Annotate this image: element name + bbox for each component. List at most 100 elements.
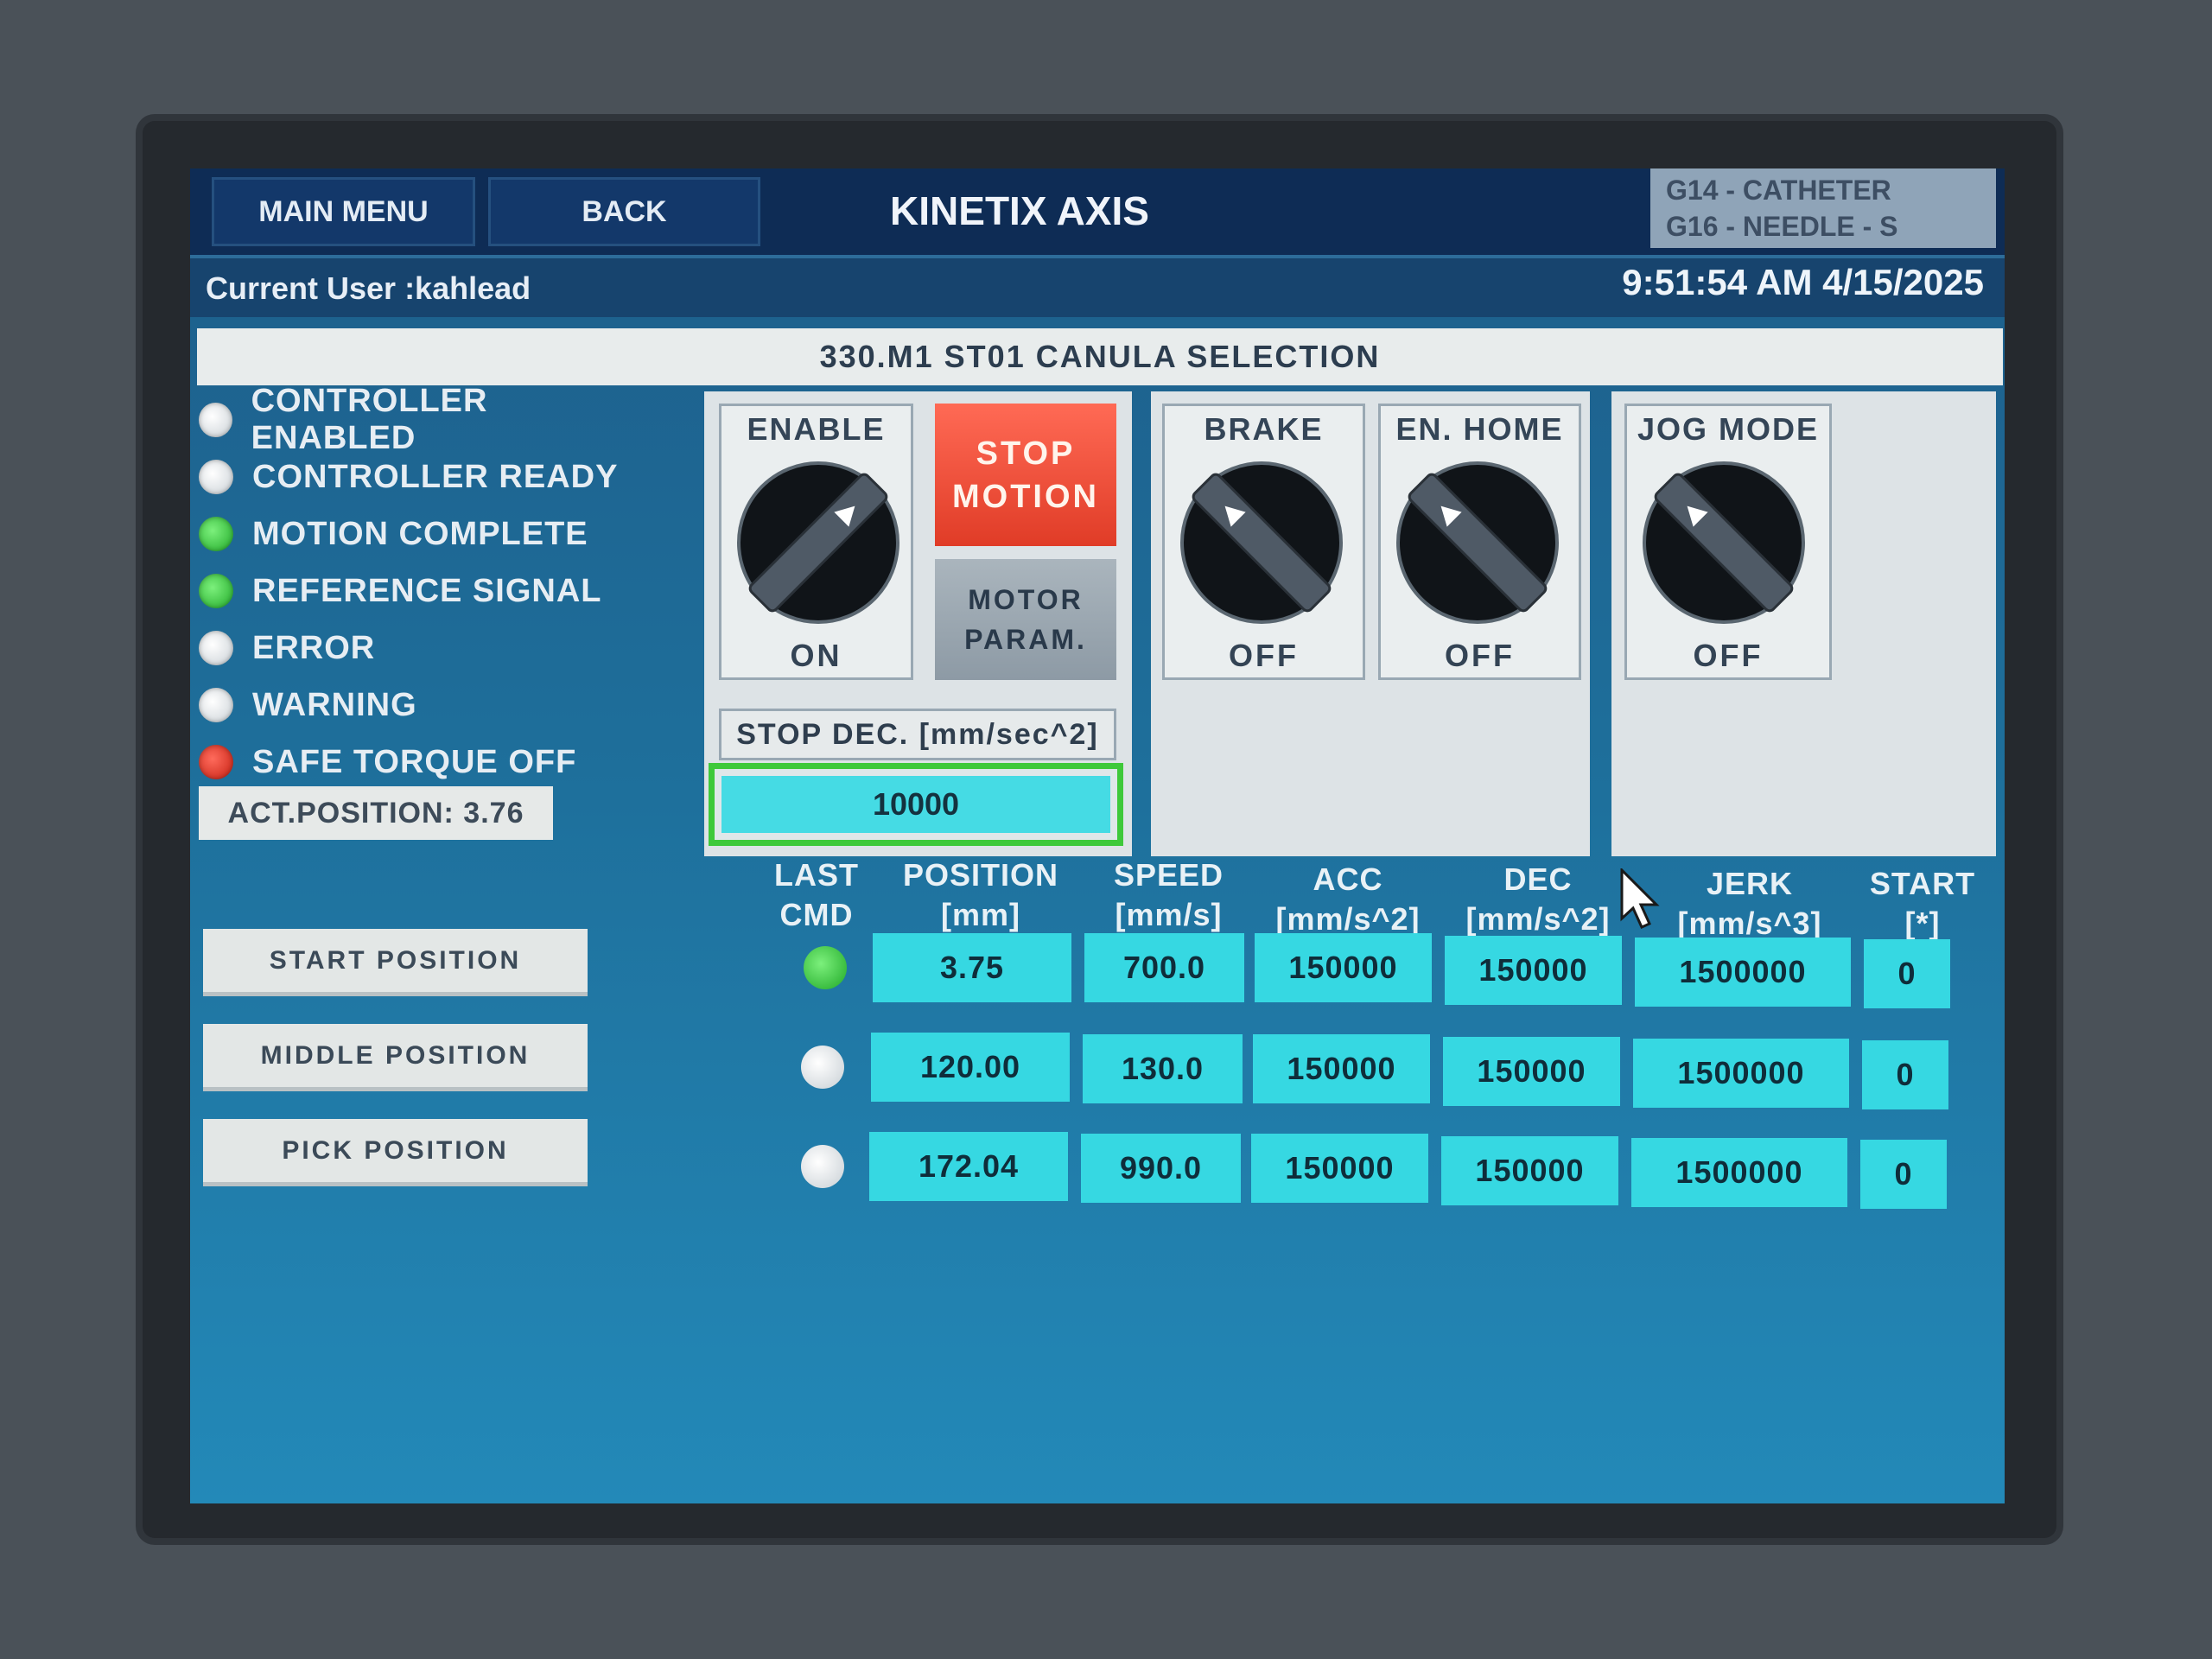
status-list: CONTROLLER ENABLED CONTROLLER READY MOTI…: [199, 383, 648, 791]
status-motion-complete: MOTION COMPLETE: [199, 505, 648, 563]
status-label: MOTION COMPLETE: [252, 515, 588, 552]
jerk-cell[interactable]: 1500000: [1631, 1138, 1847, 1207]
start-cell[interactable]: 0: [1864, 939, 1950, 1008]
status-error: ERROR: [199, 620, 648, 677]
header-line: LAST: [774, 857, 859, 893]
header-line: [mm/s]: [1115, 897, 1223, 932]
header-speed: SPEED [mm/s]: [1089, 855, 1249, 935]
position-cell[interactable]: 172.04: [869, 1132, 1068, 1201]
status-safe-torque-off: SAFE TORQUE OFF: [199, 734, 648, 791]
position-cell[interactable]: 120.00: [871, 1033, 1070, 1102]
page-title: KINETIX AXIS MANAGEMENT: [875, 188, 1165, 294]
position-cell[interactable]: 3.75: [873, 933, 1071, 1002]
status-led: [199, 517, 233, 551]
acc-cell[interactable]: 150000: [1255, 933, 1432, 1002]
acc-cell[interactable]: 150000: [1251, 1134, 1428, 1203]
header-line: SPEED: [1113, 857, 1224, 893]
switch-state: ON: [790, 638, 842, 673]
line-info-1: G14 - CATHETER: [1666, 175, 1891, 206]
enable-switch[interactable]: ENABLE ON: [719, 404, 913, 680]
status-controller-enabled: CONTROLLER ENABLED: [199, 383, 648, 456]
station-title: 330.M1 ST01 CANULA SELECTION: [197, 328, 2003, 385]
status-led: [199, 403, 232, 437]
speed-cell[interactable]: 700.0: [1084, 933, 1244, 1002]
stop-dec-input[interactable]: 10000: [709, 763, 1123, 846]
start-cell[interactable]: 0: [1862, 1040, 1948, 1109]
main-menu-button[interactable]: MAIN MENU: [212, 177, 475, 246]
status-led: [199, 631, 233, 665]
brake-switch[interactable]: BRAKE OFF: [1162, 404, 1365, 680]
status-led: [199, 745, 233, 779]
hmi-screen: MAIN MENU BACK KINETIX AXIS MANAGEMENT G…: [190, 168, 2005, 1503]
jerk-cell[interactable]: 1500000: [1635, 938, 1851, 1007]
header-position: POSITION [mm]: [881, 855, 1080, 935]
speed-cell[interactable]: 990.0: [1081, 1134, 1241, 1203]
last-cmd-led: [801, 1046, 844, 1089]
status-reference-signal: REFERENCE SIGNAL: [199, 563, 648, 620]
status-led: [199, 460, 233, 494]
speed-cell[interactable]: 130.0: [1083, 1034, 1243, 1103]
middle-position-button[interactable]: MIDDLE POSITION: [203, 1024, 588, 1091]
switch-state: OFF: [1693, 638, 1764, 673]
status-led: [199, 574, 233, 608]
status-label: SAFE TORQUE OFF: [252, 743, 577, 780]
stop-dec-value: 10000: [721, 776, 1110, 833]
switch-state: OFF: [1229, 638, 1299, 673]
header-last-cmd: LAST CMD: [765, 855, 868, 935]
motor-param-button[interactable]: MOTOR PARAM.: [935, 559, 1116, 680]
stop-dec-label: STOP DEC. [mm/sec^2]: [719, 709, 1116, 760]
status-label: ERROR: [252, 629, 376, 666]
current-user: Current User :kahlead: [206, 270, 531, 306]
header-line: CMD: [779, 897, 854, 932]
status-label: CONTROLLER ENABLED: [251, 383, 488, 456]
stop-motion-label-2: MOTION: [952, 478, 1099, 515]
start-position-button[interactable]: START POSITION: [203, 929, 588, 996]
status-label: CONTROLLER READY: [252, 458, 619, 495]
header-line: DEC: [1503, 861, 1573, 897]
switch-title: JOG MODE: [1637, 411, 1820, 447]
dec-cell[interactable]: 150000: [1441, 1136, 1618, 1205]
mouse-cursor-icon: [1620, 868, 1660, 929]
en-home-switch[interactable]: EN. HOME OFF: [1378, 404, 1581, 680]
header-start: START [*]: [1858, 864, 1987, 944]
top-bar: MAIN MENU BACK KINETIX AXIS MANAGEMENT G…: [190, 168, 2005, 294]
act-position-display: ACT.POSITION: 3.76: [199, 786, 553, 840]
header-line: [mm]: [941, 897, 1020, 932]
switch-state: OFF: [1445, 638, 1515, 673]
header-line: [mm/s^2]: [1465, 901, 1611, 937]
acc-cell[interactable]: 150000: [1253, 1034, 1430, 1103]
last-cmd-led: [804, 946, 847, 989]
motor-param-label-2: PARAM.: [964, 624, 1087, 655]
status-label: WARNING: [252, 686, 417, 723]
line-info-badge: G14 - CATHETER G16 - NEEDLE - S: [1650, 168, 1996, 248]
header-line: [*]: [1904, 906, 1941, 941]
header-line: POSITION: [902, 857, 1059, 893]
start-cell[interactable]: 0: [1860, 1140, 1947, 1209]
selector-knob-icon: [1180, 461, 1343, 624]
selector-knob-icon: [1396, 461, 1559, 624]
pick-position-button[interactable]: PICK POSITION: [203, 1119, 588, 1186]
dec-cell[interactable]: 150000: [1443, 1037, 1620, 1106]
stop-motion-label-1: STOP: [976, 435, 1076, 472]
back-button[interactable]: BACK: [488, 177, 760, 246]
status-warning: WARNING: [199, 677, 648, 734]
switch-title: ENABLE: [747, 411, 886, 447]
header-line: START: [1869, 866, 1976, 901]
line-info-2: G16 - NEEDLE - S: [1666, 211, 1898, 242]
jog-mode-switch[interactable]: JOG MODE OFF: [1624, 404, 1832, 680]
last-cmd-led: [801, 1145, 844, 1188]
status-led: [199, 688, 233, 722]
selector-knob-icon: [1643, 461, 1805, 624]
dec-cell[interactable]: 150000: [1445, 936, 1622, 1005]
status-label: REFERENCE SIGNAL: [252, 572, 602, 609]
header-line: JERK: [1706, 866, 1794, 901]
header-acc: ACC [mm/s^2]: [1257, 860, 1439, 939]
date-time: 9:51:54 AM 4/15/2025: [1622, 262, 1984, 302]
header-jerk: JERK [mm/s^3]: [1642, 864, 1858, 944]
header-dec: DEC [mm/s^2]: [1447, 860, 1629, 939]
stop-motion-button[interactable]: STOP MOTION: [935, 404, 1116, 546]
jerk-cell[interactable]: 1500000: [1633, 1039, 1849, 1108]
switch-title: BRAKE: [1204, 411, 1324, 447]
selector-knob-icon: [737, 461, 899, 624]
switch-title: EN. HOME: [1395, 411, 1564, 447]
